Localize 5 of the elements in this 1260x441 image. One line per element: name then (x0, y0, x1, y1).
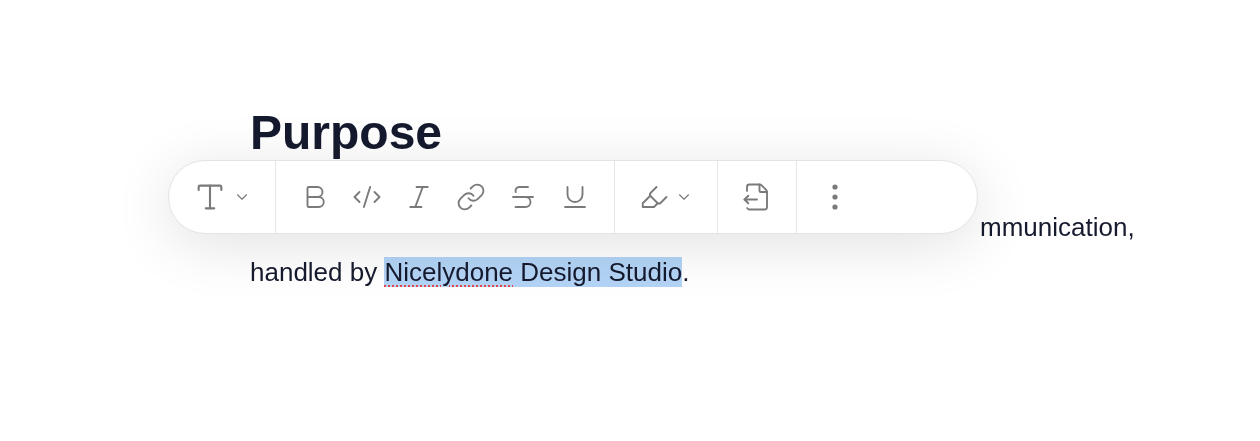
heading: Purpose (250, 108, 443, 158)
more-icon (832, 184, 838, 210)
paragraph-line: handled by Nicelydone Design Studio. (250, 256, 690, 289)
link-icon (456, 182, 486, 212)
paragraph-fragment: mmunication, (980, 211, 1135, 244)
